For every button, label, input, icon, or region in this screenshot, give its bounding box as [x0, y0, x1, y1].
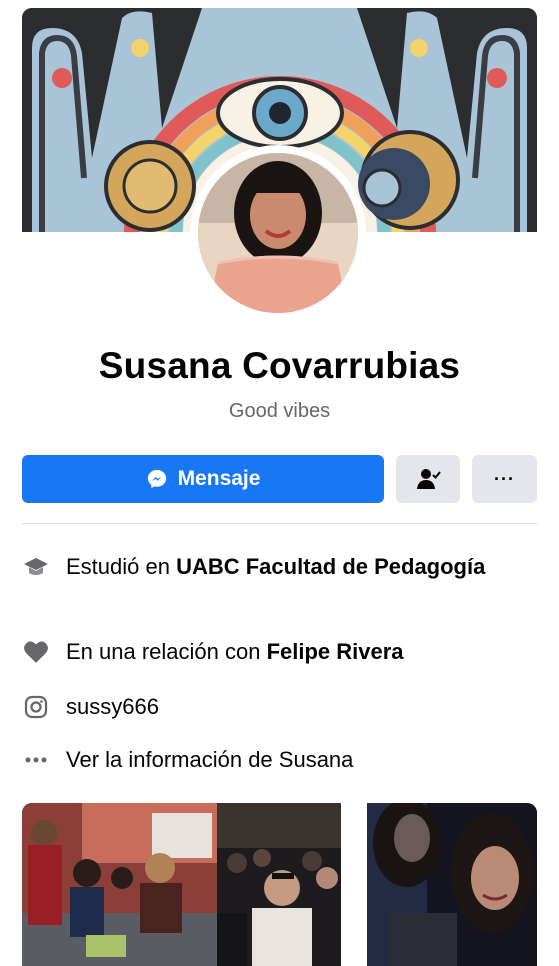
more-options-button[interactable]: ···	[472, 455, 537, 503]
instagram-handle: sussy666	[66, 694, 159, 719]
message-button-label: Mensaje	[177, 467, 261, 490]
photo-thumbnail[interactable]	[217, 803, 341, 966]
more-icon	[22, 745, 50, 775]
more-icon: ···	[494, 468, 515, 489]
relationship-partner-link[interactable]: Felipe Rivera	[267, 639, 404, 664]
see-about-label: Ver la información de Susana	[66, 747, 354, 772]
selfie-photo-image	[367, 803, 537, 966]
section-divider	[22, 523, 537, 524]
instagram-row[interactable]: sussy666	[22, 692, 537, 722]
relationship-prefix: En una relación con	[66, 639, 267, 664]
friend-check-icon	[415, 467, 441, 491]
group-photo-image	[22, 803, 218, 966]
profile-bio: Good vibes	[228, 400, 331, 422]
profile-name: Susana Covarrubias	[98, 345, 461, 386]
photo-grid	[0, 803, 559, 966]
graduation-cap-icon	[22, 552, 50, 582]
education-place-link[interactable]: UABC Facultad de Pedagogía	[176, 554, 485, 579]
profile-photo-image	[198, 153, 358, 313]
profile-picture[interactable]	[198, 153, 358, 313]
message-button[interactable]: Mensaje	[22, 455, 384, 503]
education-row: Estudió en UABC Facultad de Pedagogía	[22, 552, 537, 582]
friends-button[interactable]	[396, 455, 460, 503]
education-prefix: Estudió en	[66, 554, 177, 579]
heart-icon	[22, 637, 50, 667]
see-about-row[interactable]: Ver la información de Susana	[22, 745, 537, 775]
education-text: Estudió en UABC Facultad de Pedagogía	[66, 552, 485, 582]
relationship-row: En una relación con Felipe Rivera	[22, 637, 537, 667]
relationship-text: En una relación con Felipe Rivera	[66, 637, 404, 667]
messenger-icon	[146, 468, 168, 490]
crowd-photo-image	[217, 803, 341, 966]
instagram-icon	[22, 692, 50, 722]
photo-thumbnail[interactable]	[22, 803, 218, 966]
photo-thumbnail[interactable]	[367, 803, 537, 966]
